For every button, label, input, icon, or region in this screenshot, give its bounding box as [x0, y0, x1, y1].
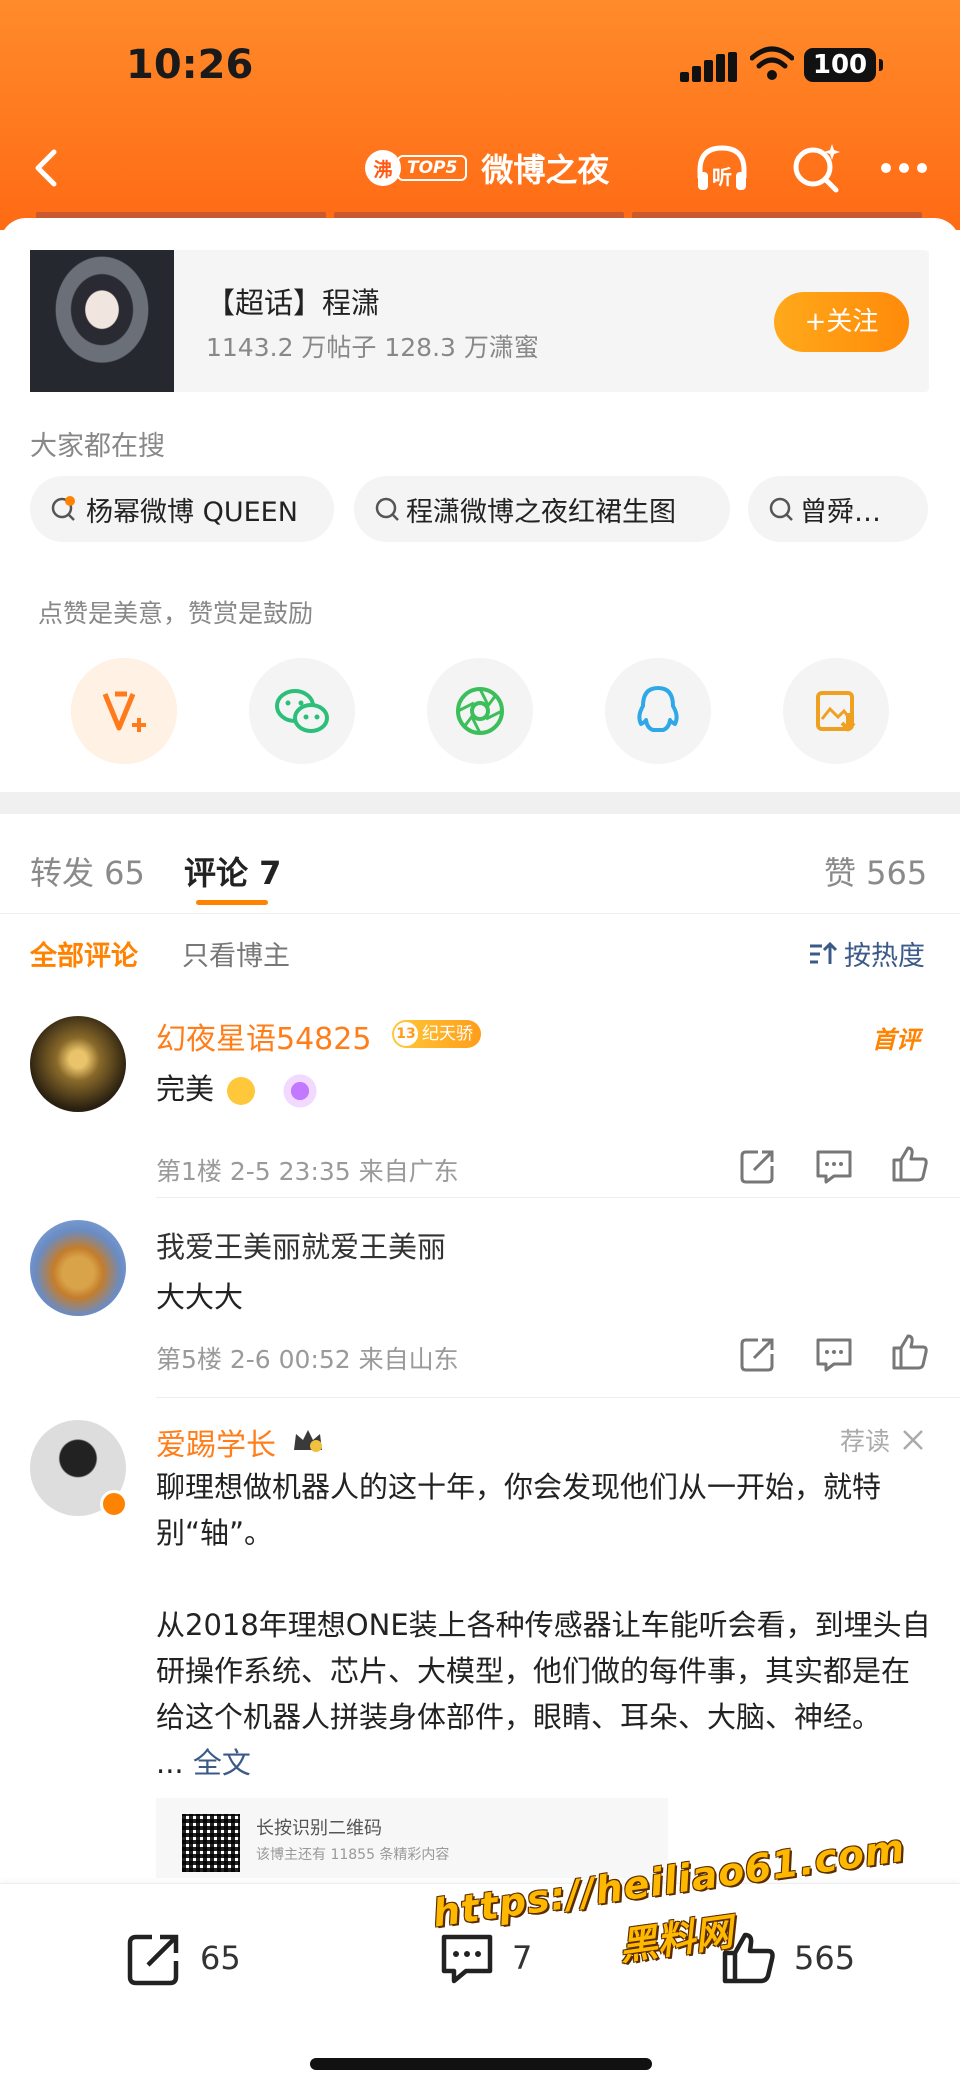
content-card: 【超话】程潇 1143.2 万帖子 128.3 万潇蜜 +关注 大家都在搜 杨幂…	[0, 218, 960, 2081]
comment-item: 我爱王美丽就爱王美丽 大大大 第5楼 2-6 00:52 来自山东	[0, 1198, 960, 1398]
comment-text-content: 完美	[156, 1072, 215, 1106]
tab-comment[interactable]: 评论 7	[184, 848, 281, 894]
comment-text-p2: 从2018年理想ONE装上各种传感器让车能听会看，到埋头自研操作系统、芯片、大模…	[156, 1608, 931, 1734]
comment-meta: 第5楼 2-6 00:52 来自山东	[156, 1345, 459, 1374]
status-bar: 10:26 100	[0, 38, 960, 98]
recommended-tag: 荐读	[840, 1422, 926, 1458]
repost-icon[interactable]	[738, 1334, 778, 1374]
tab-like[interactable]: 赞 565	[824, 848, 927, 894]
nav-bar: 沸 TOP5 微博之夜 听	[0, 140, 960, 196]
qr-card[interactable]: 长按识别二维码 该博主还有 11855 条精彩内容	[156, 1798, 668, 1878]
avatar[interactable]	[30, 1016, 126, 1112]
badge-level: 13	[394, 1022, 418, 1046]
fan-level-badge: 13 纪天骄	[392, 1020, 481, 1048]
vplus-reward-button[interactable]	[71, 658, 177, 764]
save-image-button[interactable]	[783, 658, 889, 764]
back-arrow-icon[interactable]	[28, 148, 68, 188]
share-qq-button[interactable]	[605, 658, 711, 764]
comment-filters: 全部评论 只看博主 按热度	[0, 914, 960, 1000]
search-chip-label: 程潇微博之夜红裙生图	[406, 496, 676, 528]
cellular-signal-icon	[680, 52, 740, 82]
hot-badge: 沸	[365, 150, 401, 186]
reward-tip: 点赞是美意，赞赏是鼓励	[38, 599, 314, 628]
repost-icon[interactable]	[738, 1146, 778, 1186]
more-options-icon[interactable]	[876, 140, 932, 196]
comment-username[interactable]: 幻夜星语54825	[156, 1014, 371, 1058]
search-chip-label: 曾舜…	[800, 496, 881, 528]
page-title: 微博之夜	[481, 151, 610, 189]
share-row	[0, 658, 960, 768]
reply-icon[interactable]	[814, 1334, 854, 1374]
comment-username-plain[interactable]: 我爱王美丽就爱王美丽	[156, 1224, 446, 1266]
filter-all-comments[interactable]: 全部评论	[30, 934, 138, 973]
smile-emoji-icon	[227, 1077, 256, 1105]
repost-icon	[127, 1934, 179, 1986]
search-icon	[769, 497, 793, 521]
share-moments-button[interactable]	[427, 658, 533, 764]
save-image-icon	[816, 691, 856, 732]
home-indicator	[310, 2058, 652, 2070]
bottom-repost-button[interactable]: 65	[126, 1928, 241, 1988]
bottom-repost-count: 65	[200, 1939, 241, 1977]
active-tab-indicator	[196, 900, 268, 905]
section-divider	[0, 792, 960, 814]
recommended-label: 荐读	[840, 1427, 891, 1456]
filter-op-only[interactable]: 只看博主	[182, 934, 290, 973]
listen-headphones-icon[interactable]: 听	[694, 140, 750, 196]
ellipsis: ...	[156, 1746, 193, 1780]
sort-by-hot[interactable]: 按热度	[808, 934, 925, 973]
sort-icon	[810, 941, 838, 964]
comment-item: 幻夜星语54825 13 纪天骄 首评 完美 第1楼 2-5 23:35 来自广…	[0, 1008, 960, 1198]
share-wechat-button[interactable]	[249, 658, 355, 764]
search-chip[interactable]: 程潇微博之夜红裙生图	[354, 476, 730, 542]
topic-name: 【超话】程潇	[206, 286, 381, 320]
search-chip[interactable]: 曾舜…	[748, 476, 928, 542]
moments-icon	[456, 687, 504, 735]
status-time: 10:26	[126, 42, 254, 88]
qq-icon	[637, 686, 679, 732]
event-title[interactable]: 沸 TOP5 微博之夜	[365, 148, 610, 189]
first-comment-tag: 首评	[872, 1026, 920, 1054]
read-more[interactable]: ... 全文	[156, 1740, 251, 1786]
badge-text: 纪天骄	[422, 1024, 473, 1044]
tab-repost[interactable]: 转发 65	[30, 848, 145, 894]
battery-indicator: 100	[804, 48, 883, 82]
search-chip[interactable]: 杨幂微博 QUEEN	[30, 476, 334, 542]
comment-text: 完美	[156, 1066, 323, 1111]
search-spark-icon[interactable]	[788, 140, 844, 196]
sort-label: 按热度	[844, 941, 925, 972]
engagement-tabs: 转发 65 评论 7 赞 565	[0, 814, 960, 914]
wechat-icon	[275, 689, 329, 733]
hot-search-icon	[51, 496, 75, 521]
vplus-reward-icon	[102, 691, 146, 732]
search-icon	[375, 497, 399, 521]
top-rank-badge: TOP5	[397, 155, 468, 181]
like-icon[interactable]	[890, 1144, 930, 1184]
verified-badge-icon	[100, 1490, 128, 1518]
header-bar: 10:26 100 沸 TOP5 微博之夜 听	[0, 0, 960, 232]
reply-icon[interactable]	[814, 1146, 854, 1186]
comment-text-p1: 聊理想做机器人的这十年，你会发现他们从一开始，就特别“轴”。	[156, 1470, 882, 1550]
wifi-icon	[750, 46, 794, 80]
avatar[interactable]	[30, 1220, 126, 1316]
topic-stats: 1143.2 万帖子 128.3 万潇蜜	[206, 333, 539, 362]
comment-meta: 第1楼 2-5 23:35 来自广东	[156, 1157, 459, 1186]
qr-subtitle: 该博主还有 11855 条精彩内容	[256, 1847, 450, 1863]
member-crown-icon	[294, 1430, 322, 1452]
topic-avatar	[30, 250, 174, 392]
like-icon[interactable]	[890, 1332, 930, 1372]
qr-title: 长按识别二维码	[256, 1818, 382, 1839]
super-topic-card[interactable]: 【超话】程潇 1143.2 万帖子 128.3 万潇蜜 +关注	[30, 250, 929, 392]
close-icon[interactable]	[900, 1427, 926, 1453]
gem-sticker-icon	[278, 1071, 323, 1111]
svg-text:听: 听	[712, 165, 732, 189]
follow-button[interactable]: +关注	[774, 292, 909, 352]
comment-text: 大大大	[156, 1280, 244, 1314]
read-more-link[interactable]: 全文	[193, 1746, 251, 1780]
search-chip-label: 杨幂微博 QUEEN	[86, 496, 298, 528]
trending-search-title: 大家都在搜	[30, 431, 165, 462]
comment-username[interactable]: 爱踢学长	[156, 1420, 276, 1464]
qr-code-image	[182, 1814, 240, 1872]
